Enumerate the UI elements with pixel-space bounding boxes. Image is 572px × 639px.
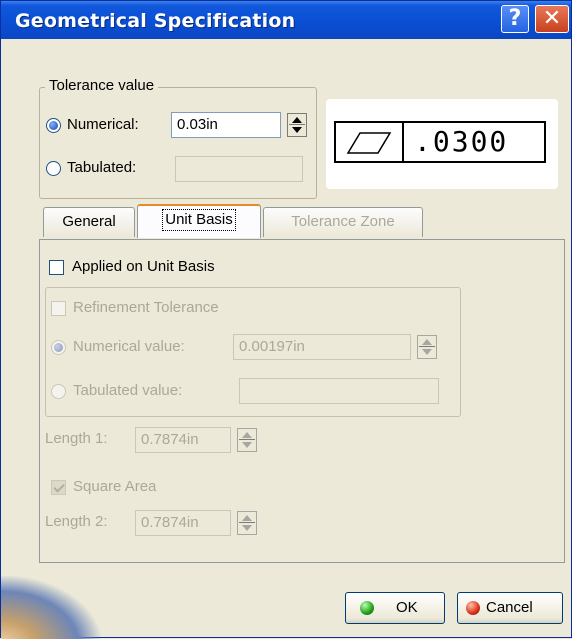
spinner-up-icon[interactable]	[292, 117, 302, 123]
spinner-down-icon	[242, 442, 252, 448]
spinner-up-icon	[242, 432, 252, 438]
length2-input: 0.7874in	[135, 510, 231, 536]
cancel-red-dot-icon	[466, 601, 480, 615]
cancel-button-label: Cancel	[486, 599, 533, 616]
fcf-separator	[402, 123, 404, 161]
numerical-value-input: 0.00197in	[233, 334, 411, 360]
spinner-down-icon	[242, 525, 252, 531]
spinner-down-icon	[422, 349, 432, 355]
tabulated-radio[interactable]	[46, 161, 61, 176]
feature-control-frame: .0300	[326, 99, 558, 189]
refinement-tolerance-label: Refinement Tolerance	[73, 299, 219, 316]
length1-input: 0.7874in	[135, 427, 231, 453]
numerical-radio[interactable]	[46, 118, 61, 133]
spinner-up-icon	[242, 515, 252, 521]
title-bar[interactable]: Geometrical Specification ? ✕	[1, 1, 571, 39]
numerical-value-label: Numerical value:	[73, 338, 185, 355]
tab-general[interactable]: General	[43, 207, 135, 237]
help-button[interactable]: ?	[501, 5, 529, 33]
dialog-window: Geometrical Specification ? ✕ Tolerance …	[0, 0, 572, 639]
length2-spinner	[237, 511, 257, 535]
square-area-checkbox	[51, 480, 66, 495]
cancel-button[interactable]: Cancel	[457, 592, 563, 624]
flatness-icon	[346, 132, 392, 154]
numerical-spinner[interactable]	[287, 113, 307, 137]
ok-button-label: OK	[396, 599, 418, 616]
length2-label: Length 2:	[45, 513, 108, 530]
tolerance-value-group	[39, 87, 317, 199]
refinement-tolerance-checkbox	[51, 301, 66, 316]
numerical-input[interactable]: 0.03in	[171, 112, 281, 138]
tabulated-value-label: Tabulated value:	[73, 382, 183, 399]
close-button[interactable]: ✕	[535, 5, 569, 33]
tab-tolerance-zone: Tolerance Zone	[263, 207, 423, 237]
spinner-down-icon[interactable]	[292, 127, 302, 133]
square-area-label: Square Area	[73, 478, 157, 495]
spinner-up-icon	[422, 339, 432, 345]
fcf-value: .0300	[414, 125, 509, 158]
length1-label: Length 1:	[45, 430, 108, 447]
tabulated-value-input	[239, 378, 439, 404]
window-title: Geometrical Specification	[15, 10, 296, 32]
tolerance-value-legend: Tolerance value	[45, 77, 159, 94]
numerical-value-spinner	[417, 335, 437, 359]
tabulated-label: Tabulated:	[67, 159, 137, 176]
applied-unit-basis-label: Applied on Unit Basis	[72, 258, 215, 275]
length1-spinner	[237, 428, 257, 452]
applied-unit-basis-checkbox[interactable]	[49, 260, 64, 275]
ok-green-dot-icon	[360, 601, 374, 615]
numerical-value-radio	[51, 340, 66, 355]
tab-unit-basis-label: Unit Basis	[159, 206, 239, 234]
tabulated-input	[175, 156, 303, 182]
fcf-box: .0300	[334, 121, 546, 163]
decorative-orb-image	[1, 576, 101, 639]
numerical-label: Numerical:	[67, 116, 139, 133]
tabulated-value-radio	[51, 384, 66, 399]
ok-button[interactable]: OK	[345, 592, 445, 624]
tab-unit-basis[interactable]: Unit Basis	[137, 204, 261, 238]
